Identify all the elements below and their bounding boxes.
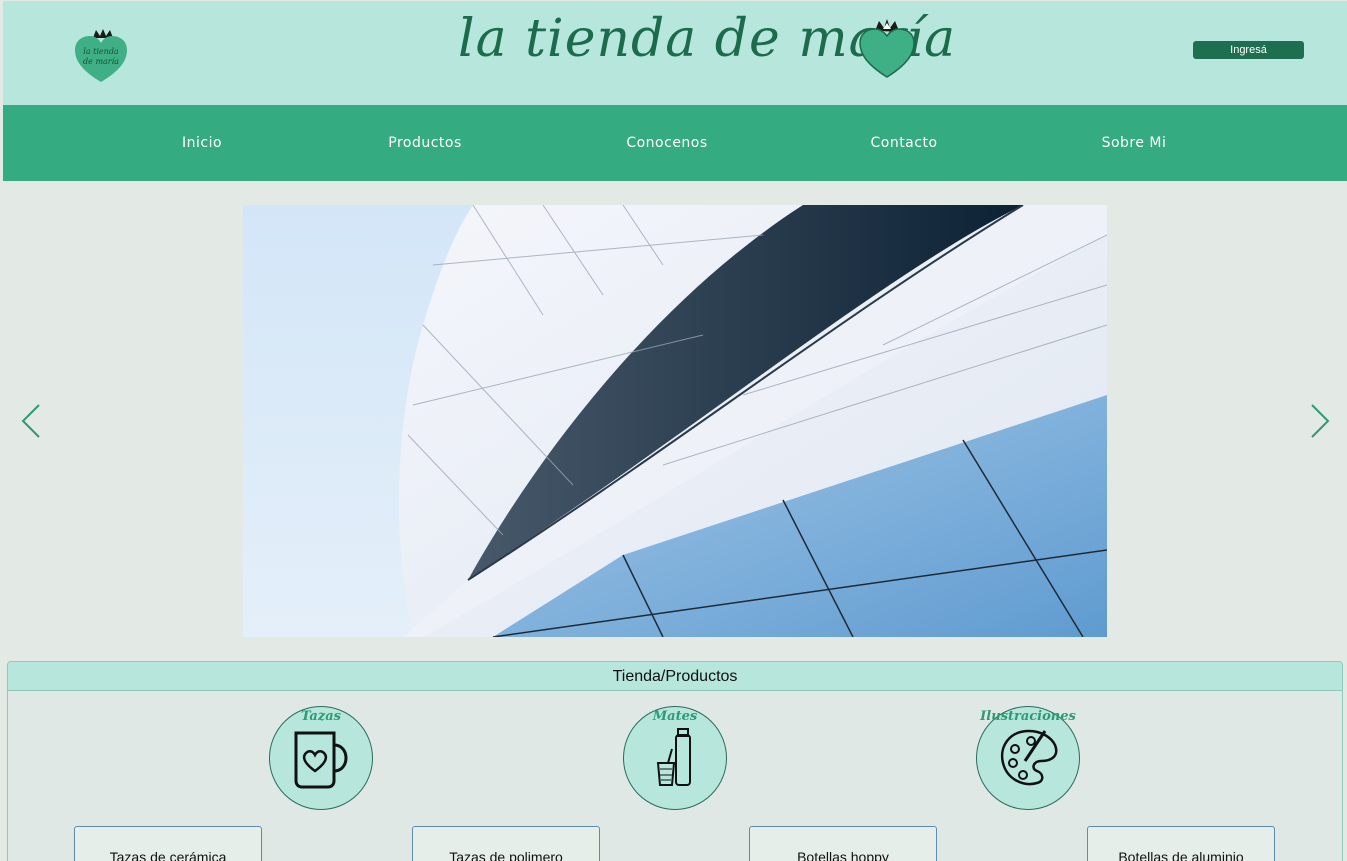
- svg-text:de maría: de maría: [83, 57, 119, 66]
- chevron-right-icon[interactable]: [1307, 402, 1331, 440]
- products-title: Tienda/Productos: [8, 662, 1342, 691]
- nav-item-contacto[interactable]: Contacto: [870, 105, 937, 181]
- category-tazas[interactable]: Tazas: [269, 706, 373, 810]
- heart-logo-icon: la tienda de maría: [75, 29, 127, 82]
- login-button[interactable]: Ingresá: [1193, 41, 1304, 59]
- brand-logo[interactable]: la tienda de maría: [458, 9, 955, 87]
- product-card[interactable]: Tazas de cerámica: [74, 826, 262, 861]
- main-nav: Inicio Productos Conocenos Contacto Sobr…: [3, 105, 1347, 181]
- category-mates[interactable]: Mates: [623, 706, 727, 810]
- product-card[interactable]: Tazas de polimero: [412, 826, 600, 861]
- palette-icon: [1000, 729, 1058, 786]
- chevron-left-icon[interactable]: [20, 402, 44, 440]
- building-photo: [243, 205, 1107, 637]
- heart-crown-icon: [859, 19, 915, 78]
- nav-item-conocenos[interactable]: Conocenos: [626, 105, 707, 181]
- svg-text:la tienda: la tienda: [83, 47, 119, 56]
- nav-item-sobre-mi[interactable]: Sobre Mi: [1102, 105, 1167, 181]
- nav-item-inicio[interactable]: Inicio: [182, 105, 222, 181]
- products-section: Tienda/Productos Tazas Mates Ilustracion…: [7, 661, 1343, 861]
- small-logo[interactable]: la tienda de maría: [73, 26, 129, 84]
- nav-item-productos[interactable]: Productos: [388, 105, 462, 181]
- product-card[interactable]: Botellas de aluminio: [1087, 826, 1275, 861]
- mug-icon: [294, 731, 348, 789]
- category-label: Tazas: [301, 709, 341, 724]
- product-card[interactable]: Botellas hoppy: [749, 826, 937, 861]
- category-ilustraciones[interactable]: Ilustraciones: [976, 706, 1080, 810]
- category-label: Mates: [652, 709, 698, 724]
- carousel-image[interactable]: [243, 205, 1107, 637]
- thermos-mate-icon: [656, 728, 691, 786]
- category-label: Ilustraciones: [980, 709, 1076, 724]
- site-header: la tienda de maría la tienda de maría In…: [3, 1, 1347, 105]
